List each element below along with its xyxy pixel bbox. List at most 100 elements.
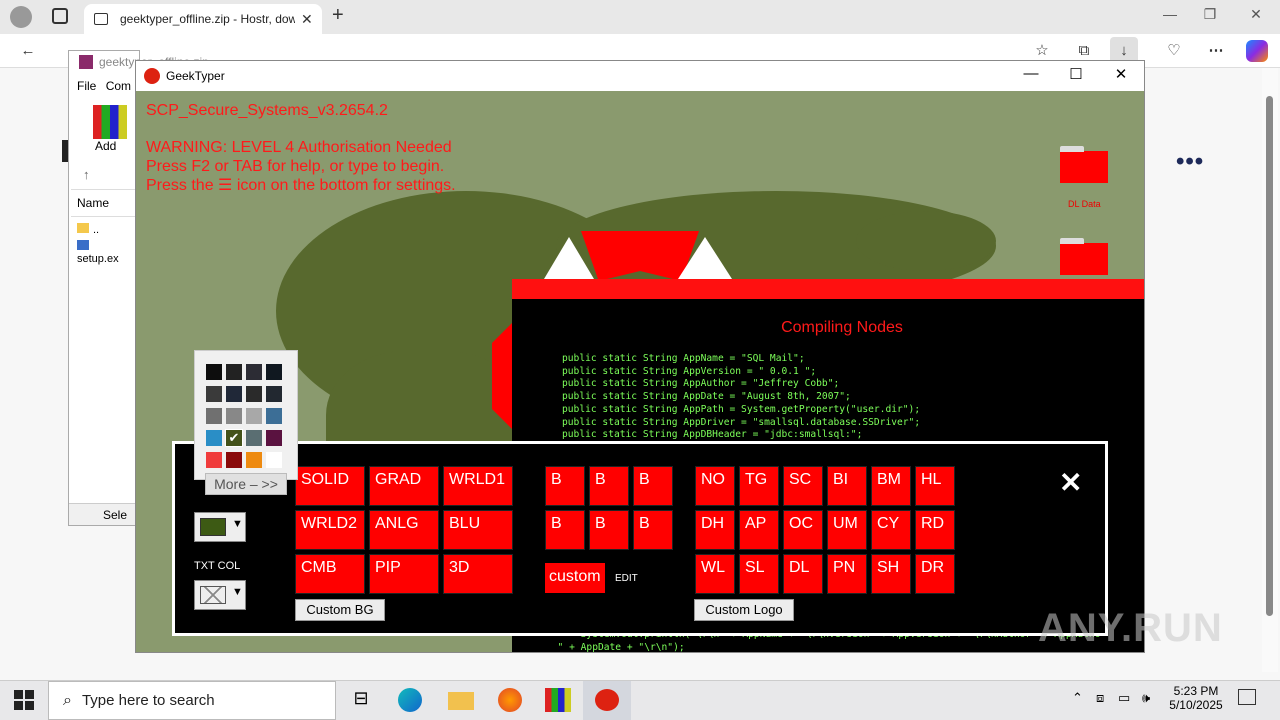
tray-chevron-icon[interactable]: ⌃ (1072, 690, 1083, 706)
column-name-header[interactable]: Name (71, 190, 139, 217)
logo-button[interactable]: BM (871, 466, 911, 506)
text-color-picker[interactable]: ▼ (194, 580, 246, 610)
clock[interactable]: 5:23 PM 5/10/2025 (1168, 684, 1224, 712)
logo-button[interactable]: NO (695, 466, 735, 506)
color-swatch[interactable] (226, 386, 242, 402)
bg-style-button[interactable]: WRLD2 (295, 510, 365, 550)
color-picker[interactable]: ▼ (194, 512, 246, 542)
color-swatch[interactable] (266, 430, 282, 446)
logo-button[interactable]: DR (915, 554, 955, 594)
up-folder-icon[interactable]: ↑ (83, 167, 90, 182)
bg-style-button[interactable]: SOLID (295, 466, 365, 506)
bg-style-button[interactable]: ANLG (369, 510, 439, 550)
color-swatch[interactable] (246, 430, 262, 446)
color-swatch[interactable] (266, 386, 282, 402)
minimize-button[interactable]: — (1150, 6, 1190, 22)
network-icon[interactable]: ⧈ (1096, 690, 1104, 706)
task-view-icon[interactable]: ⊟ (348, 688, 374, 712)
color-swatch[interactable] (266, 408, 282, 424)
edge-icon[interactable] (398, 688, 422, 712)
menu-file[interactable]: File (77, 79, 96, 93)
add-label[interactable]: Add (95, 139, 116, 153)
folder-icon[interactable] (1060, 238, 1108, 275)
close-window-button[interactable]: ✕ (1236, 6, 1276, 23)
logo-button[interactable]: PN (827, 554, 867, 594)
gt-maximize-button[interactable]: ☐ (1053, 65, 1099, 83)
back-icon[interactable]: ← (14, 40, 42, 62)
new-tab-button[interactable]: + (332, 4, 344, 27)
file-explorer-icon[interactable] (448, 692, 474, 710)
color-swatch[interactable] (266, 452, 282, 468)
logo-button[interactable]: OC (783, 510, 823, 550)
logo-button[interactable]: BI (827, 466, 867, 506)
copilot-icon[interactable] (1246, 40, 1268, 62)
color-swatch[interactable] (246, 452, 262, 468)
color-swatch[interactable] (226, 452, 242, 468)
b-button[interactable]: B (633, 466, 673, 506)
bg-style-button[interactable]: CMB (295, 554, 365, 594)
color-swatch[interactable]: ✔ (225, 429, 243, 447)
b-button[interactable]: B (589, 466, 629, 506)
extensions-icon[interactable]: ♡ (1160, 40, 1188, 62)
custom-button[interactable]: custom (545, 563, 605, 593)
maximize-button[interactable]: ❐ (1190, 6, 1230, 23)
firefox-icon[interactable] (498, 688, 522, 712)
gt-close-button[interactable]: ✕ (1098, 65, 1144, 83)
bg-style-button[interactable]: BLU (443, 510, 513, 550)
volume-icon[interactable]: 🕪 (1142, 690, 1150, 706)
custom-bg-button[interactable]: Custom BG (295, 599, 385, 621)
color-swatch[interactable] (246, 364, 262, 380)
logo-button[interactable]: RD (915, 510, 955, 550)
wifi-icon[interactable]: ▭ (1118, 690, 1130, 706)
bg-style-button[interactable]: WRLD1 (443, 466, 513, 506)
logo-button[interactable]: WL (695, 554, 735, 594)
logo-button[interactable]: UM (827, 510, 867, 550)
close-panel-icon[interactable]: ✕ (1059, 466, 1082, 499)
logo-button[interactable]: SL (739, 554, 779, 594)
logo-button[interactable]: AP (739, 510, 779, 550)
color-swatch[interactable] (246, 386, 262, 402)
color-swatch[interactable] (206, 452, 222, 468)
logo-button[interactable]: TG (739, 466, 779, 506)
scrollbar-thumb[interactable] (1266, 96, 1273, 616)
logo-button[interactable]: SH (871, 554, 911, 594)
logo-button[interactable]: CY (871, 510, 911, 550)
close-tab-icon[interactable]: ✕ (301, 11, 313, 28)
color-swatch[interactable] (206, 430, 222, 446)
start-button[interactable] (14, 690, 34, 710)
more-colors-button[interactable]: More – >> (205, 473, 287, 495)
settings-more-icon[interactable]: ⋯ (1202, 40, 1230, 62)
color-swatch[interactable] (226, 408, 242, 424)
b-button[interactable]: B (545, 466, 585, 506)
bg-style-button[interactable]: 3D (443, 554, 513, 594)
color-swatch[interactable] (266, 364, 282, 380)
page-more-icon[interactable]: ••• (1176, 148, 1204, 176)
favorites-icon[interactable]: ☆ (1028, 40, 1056, 62)
color-swatch[interactable] (206, 408, 222, 424)
logo-button[interactable]: SC (783, 466, 823, 506)
bg-style-button[interactable]: GRAD (369, 466, 439, 506)
add-archive-icon[interactable] (93, 105, 127, 139)
color-swatch[interactable] (206, 364, 222, 380)
geektyper-taskbar-item[interactable] (583, 681, 631, 720)
notifications-icon[interactable] (1238, 689, 1256, 705)
bg-style-button[interactable]: PIP (369, 554, 439, 594)
tab-active[interactable]: geektyper_offline.zip - Hostr, dow ✕ (84, 4, 322, 34)
color-swatch[interactable] (226, 364, 242, 380)
profile-icon[interactable] (10, 6, 32, 28)
tab-actions-icon[interactable] (52, 8, 68, 24)
gt-minimize-button[interactable]: — (1008, 65, 1054, 82)
logo-button[interactable]: DL (783, 554, 823, 594)
custom-logo-button[interactable]: Custom Logo (694, 599, 794, 621)
logo-button[interactable]: DH (695, 510, 735, 550)
winrar-taskbar-icon[interactable] (545, 688, 571, 712)
color-swatch[interactable] (246, 408, 262, 424)
list-item[interactable]: setup.ex (71, 238, 139, 267)
taskbar-search[interactable]: ⌕ Type here to search (48, 681, 336, 720)
page-scrollbar[interactable] (1262, 68, 1278, 672)
collections-icon[interactable]: ⧉ (1070, 40, 1098, 62)
list-item[interactable]: .. (71, 217, 139, 238)
folder-icon[interactable] (1060, 146, 1108, 183)
edit-link[interactable]: EDIT (615, 573, 638, 584)
b-button[interactable]: B (545, 510, 585, 550)
